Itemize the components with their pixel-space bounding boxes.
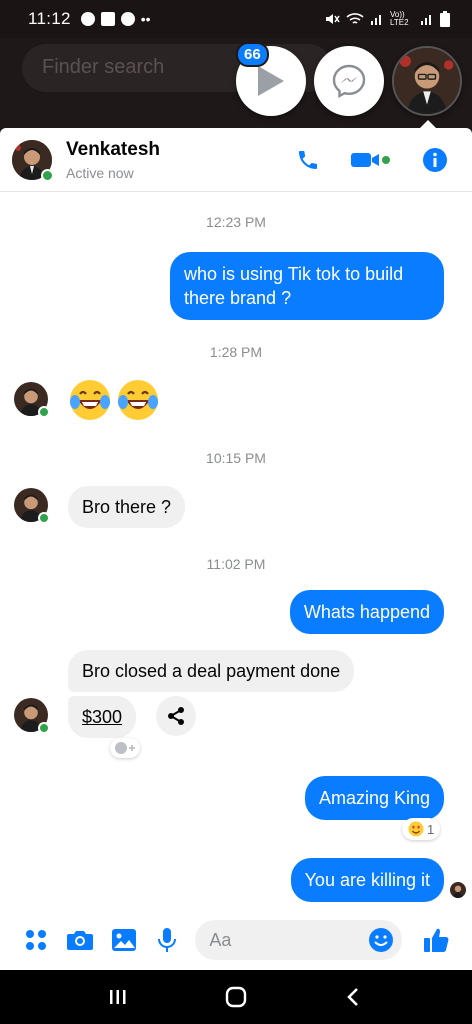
online-indicator [38, 406, 50, 418]
online-indicator [41, 168, 54, 182]
voice-button[interactable] [145, 927, 189, 953]
microphone-icon [158, 928, 177, 952]
chat-head-messenger[interactable] [314, 46, 384, 116]
contact-name[interactable]: Venkatesh [66, 139, 160, 161]
avatar[interactable] [12, 139, 54, 182]
outgoing-message[interactable]: who is using Tik tok to build there bran… [170, 252, 444, 320]
heart-eyes-emoji-icon [408, 821, 424, 837]
outgoing-message[interactable]: You are killing it [290, 858, 444, 902]
contact-avatar-image [450, 882, 466, 898]
camera-button[interactable] [58, 928, 102, 952]
venkatesh-avatar-image [394, 48, 460, 114]
timestamp: 1:28 PM [209, 344, 263, 360]
four-dots-icon [25, 930, 46, 950]
messenger-icon [332, 64, 366, 99]
online-indicator [38, 722, 50, 734]
reaction-count: 1 [427, 821, 435, 837]
notification-icons: •• [80, 11, 151, 27]
mute-icon [326, 14, 340, 24]
network-label: Vo)) LTE2 [390, 10, 409, 27]
laughing-tears-emoji-icon [118, 380, 158, 420]
message-input-placeholder: Aa [209, 929, 232, 950]
play-icon [258, 66, 284, 96]
smiley-plus-icon [115, 742, 135, 754]
message-avatar[interactable] [14, 382, 50, 418]
online-indicator [38, 512, 50, 524]
wifi-icon [346, 13, 364, 24]
home-icon[interactable] [224, 985, 248, 1009]
more-actions-button[interactable] [14, 929, 58, 951]
back-icon[interactable] [343, 986, 365, 1008]
status-bar: 11:12 •• Vo)) LTE2 [0, 0, 472, 38]
camera-icon [66, 931, 93, 950]
messenger-notif-icon [80, 12, 95, 26]
chat-head-avatar[interactable] [392, 46, 462, 116]
system-icons: Vo)) LTE2 [324, 11, 450, 27]
emoji-picker-icon[interactable] [368, 927, 394, 953]
video-call-icon[interactable] [350, 148, 392, 172]
system-nav-bar [0, 970, 472, 1024]
gallery-button[interactable] [102, 928, 146, 952]
message-input[interactable]: Aa [195, 920, 403, 960]
battery-icon [440, 11, 450, 27]
message-avatar[interactable] [14, 698, 50, 734]
emoji-message[interactable] [68, 378, 160, 422]
outgoing-message[interactable]: Whats happend [289, 590, 444, 634]
phone-call-icon[interactable] [296, 148, 320, 172]
message-avatar[interactable] [14, 488, 50, 524]
facebook-notif-icon [120, 12, 135, 26]
unread-badge: 66 [236, 42, 269, 67]
incoming-message[interactable]: Bro closed a deal payment done [68, 650, 355, 692]
add-reaction-button[interactable] [110, 738, 140, 758]
laughing-tears-emoji-icon [70, 380, 110, 420]
timestamp: 12:23 PM [206, 214, 266, 230]
signal-icon-2 [421, 15, 431, 25]
thumbs-up-icon [424, 928, 449, 953]
gallery-notif-icon [100, 12, 115, 26]
recent-apps-icon[interactable] [107, 986, 129, 1008]
status-time: 11:12 [28, 9, 71, 28]
more-notif-icon: •• [140, 11, 151, 27]
seen-avatar [450, 882, 466, 898]
timestamp: 10:15 PM [206, 450, 266, 466]
chat-header: Venkatesh Active now [0, 128, 472, 192]
reaction-pill[interactable]: 1 [402, 818, 441, 840]
signal-icon [371, 15, 381, 25]
image-icon [111, 929, 136, 951]
share-icon [168, 707, 184, 725]
timestamp: 11:02 PM [206, 556, 266, 572]
incoming-message[interactable]: Bro there ? [68, 486, 186, 528]
outgoing-message[interactable]: Amazing King [304, 776, 444, 820]
info-icon[interactable] [422, 147, 448, 173]
chat-panel: Venkatesh Active now 12:23 PM who is usi… [0, 128, 472, 970]
share-button[interactable] [156, 696, 196, 736]
like-button[interactable] [414, 926, 458, 954]
message-composer: Aa [0, 910, 472, 970]
payment-amount-link[interactable]: $300 [68, 696, 137, 738]
contact-status: Active now [66, 164, 134, 181]
